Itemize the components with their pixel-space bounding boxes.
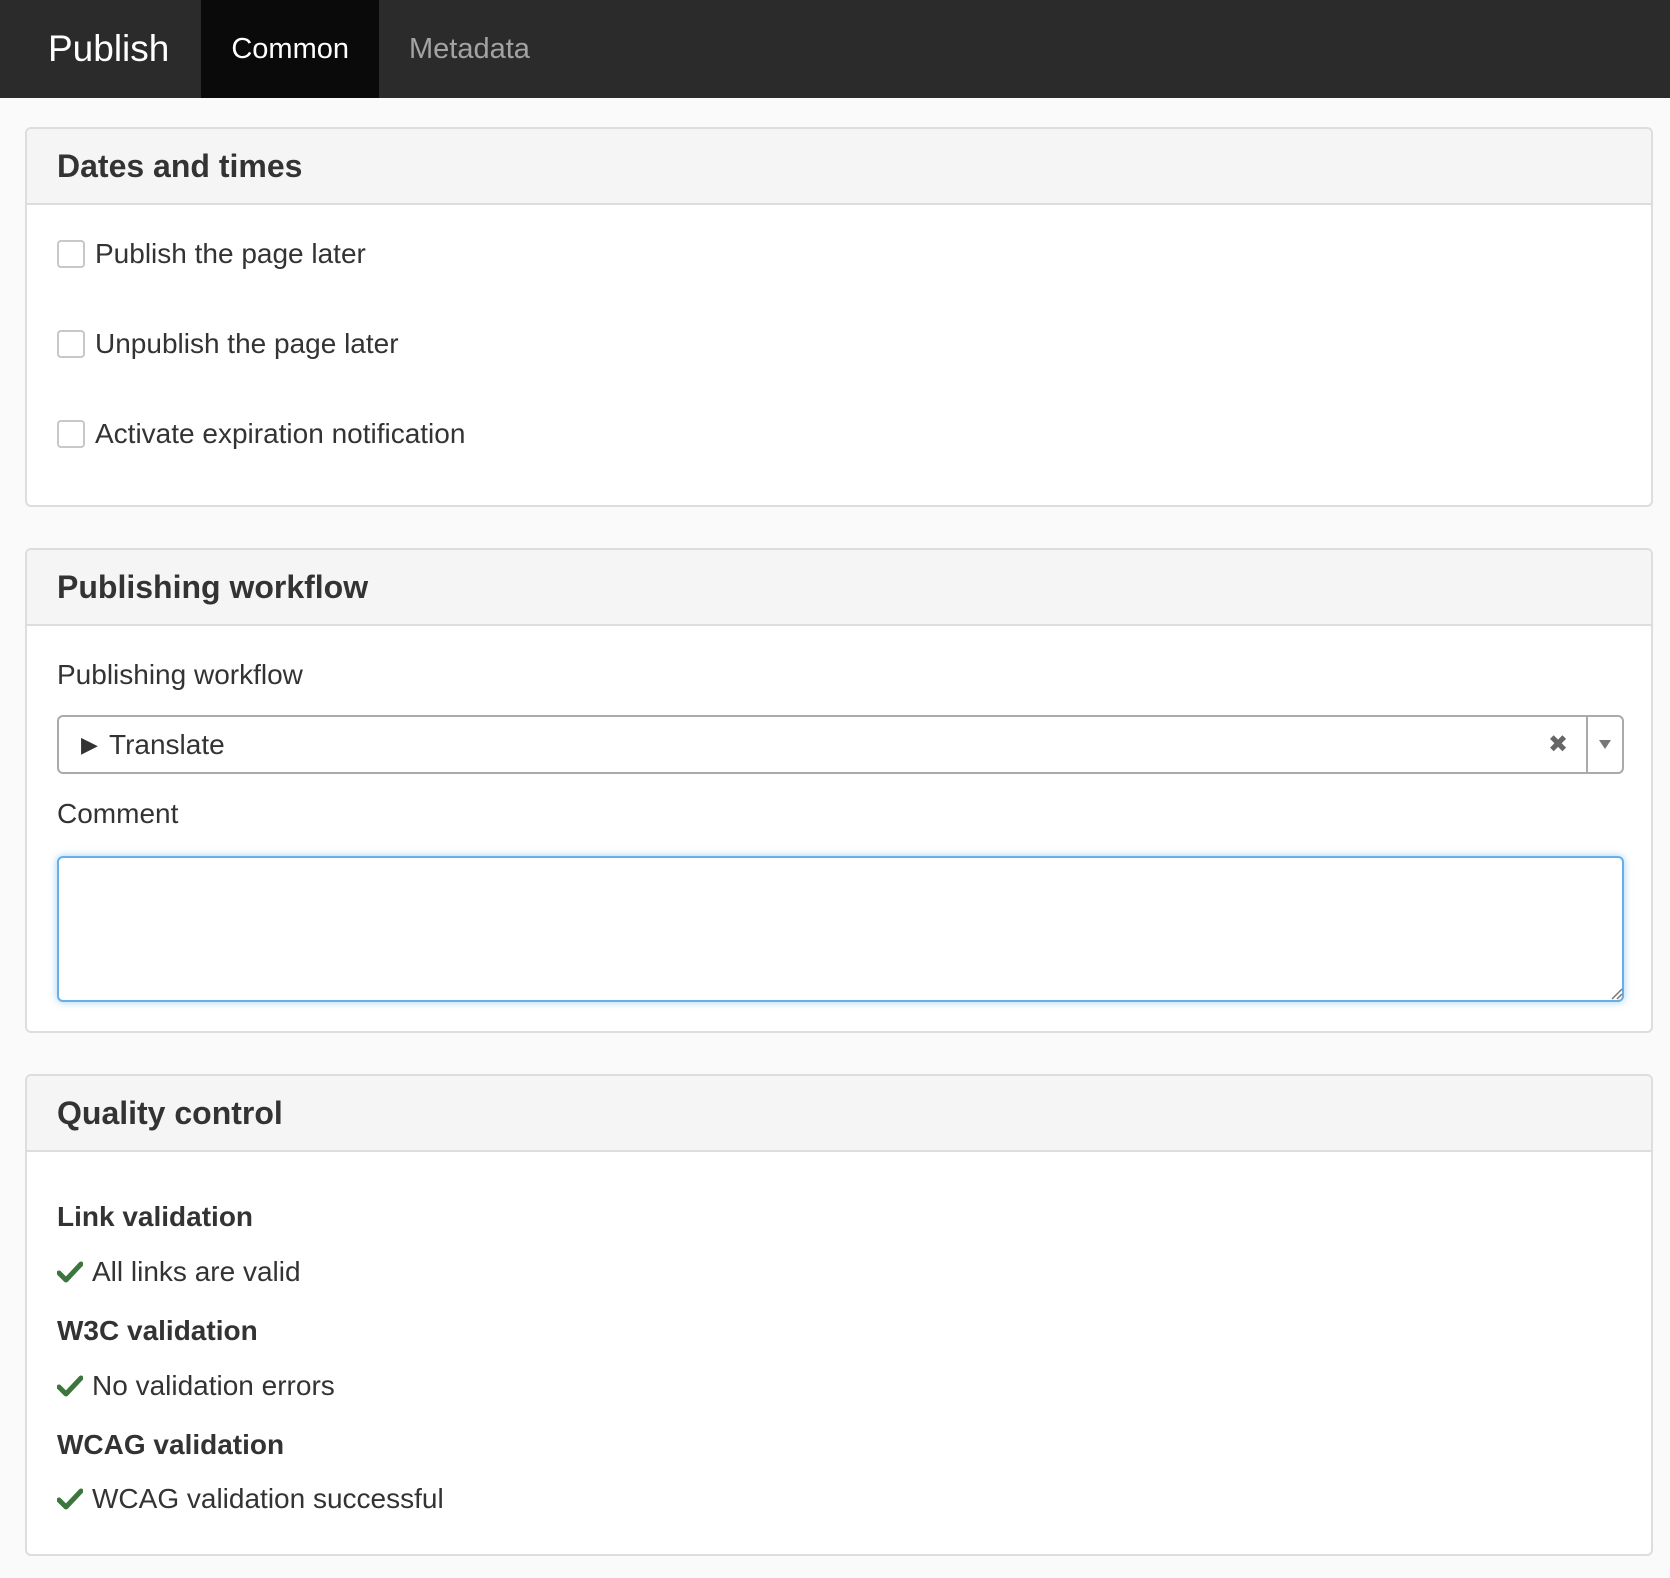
play-icon: ▶ (81, 731, 98, 757)
comment-field-label: Comment (57, 798, 179, 829)
unpublish-later-label[interactable]: Unpublish the page later (95, 328, 399, 360)
checkmark-icon (57, 1488, 83, 1510)
wcag-validation-heading: WCAG validation (57, 1429, 285, 1460)
resize-grip-icon[interactable] (1611, 988, 1623, 1000)
checkmark-icon (57, 1375, 83, 1397)
expiration-notification-checkbox[interactable] (57, 420, 85, 448)
comment-textarea[interactable] (57, 856, 1624, 1002)
unpublish-later-option[interactable]: Unpublish the page later (57, 328, 399, 360)
w3c-validation-text: No validation errors (92, 1370, 335, 1401)
w3c-validation-result: No validation errors (57, 1370, 335, 1402)
workflow-field-label: Publishing workflow (57, 659, 303, 690)
dropdown-toggle[interactable] (1586, 717, 1622, 772)
publish-later-option[interactable]: Publish the page later (57, 238, 366, 270)
workflow-panel: Publishing workflow Publishing workflow … (25, 548, 1653, 1033)
checkmark-icon (57, 1261, 83, 1283)
main-content: Dates and times Publish the page later U… (0, 98, 1670, 1556)
workflow-selected-value[interactable]: Translate (109, 729, 1530, 761)
publish-later-checkbox[interactable] (57, 240, 85, 268)
workflow-panel-body: Publishing workflow ▶ Translate ✖ Commen… (27, 626, 1651, 1031)
link-validation-heading: Link validation (57, 1201, 254, 1232)
w3c-validation-heading: W3C validation (57, 1315, 258, 1346)
unpublish-later-checkbox[interactable] (57, 330, 85, 358)
quality-panel: Quality control Link validation All link… (25, 1074, 1653, 1556)
wcag-validation-result: WCAG validation successful (57, 1483, 444, 1515)
dates-panel: Dates and times Publish the page later U… (25, 127, 1653, 507)
dates-panel-body: Publish the page later Unpublish the pag… (27, 205, 1651, 505)
clear-selection-icon[interactable]: ✖ (1530, 730, 1586, 759)
workflow-select[interactable]: ▶ Translate ✖ (57, 715, 1624, 774)
quality-panel-heading: Quality control (27, 1076, 1651, 1152)
link-validation-result: All links are valid (57, 1256, 301, 1288)
link-validation-text: All links are valid (92, 1256, 301, 1287)
expiration-notification-label[interactable]: Activate expiration notification (95, 418, 465, 450)
chevron-down-icon[interactable] (1599, 740, 1611, 749)
tab-metadata[interactable]: Metadata (379, 0, 560, 98)
publish-later-label[interactable]: Publish the page later (95, 238, 366, 270)
top-navbar: Publish Common Metadata (0, 0, 1670, 98)
quality-panel-body: Link validation All links are valid W3C … (27, 1152, 1651, 1554)
expiration-notification-option[interactable]: Activate expiration notification (57, 418, 465, 450)
app-title: Publish (48, 28, 170, 69)
dates-panel-heading: Dates and times (27, 129, 1651, 205)
workflow-panel-heading: Publishing workflow (27, 550, 1651, 626)
tab-common[interactable]: Common (201, 0, 380, 98)
wcag-validation-text: WCAG validation successful (92, 1483, 444, 1514)
